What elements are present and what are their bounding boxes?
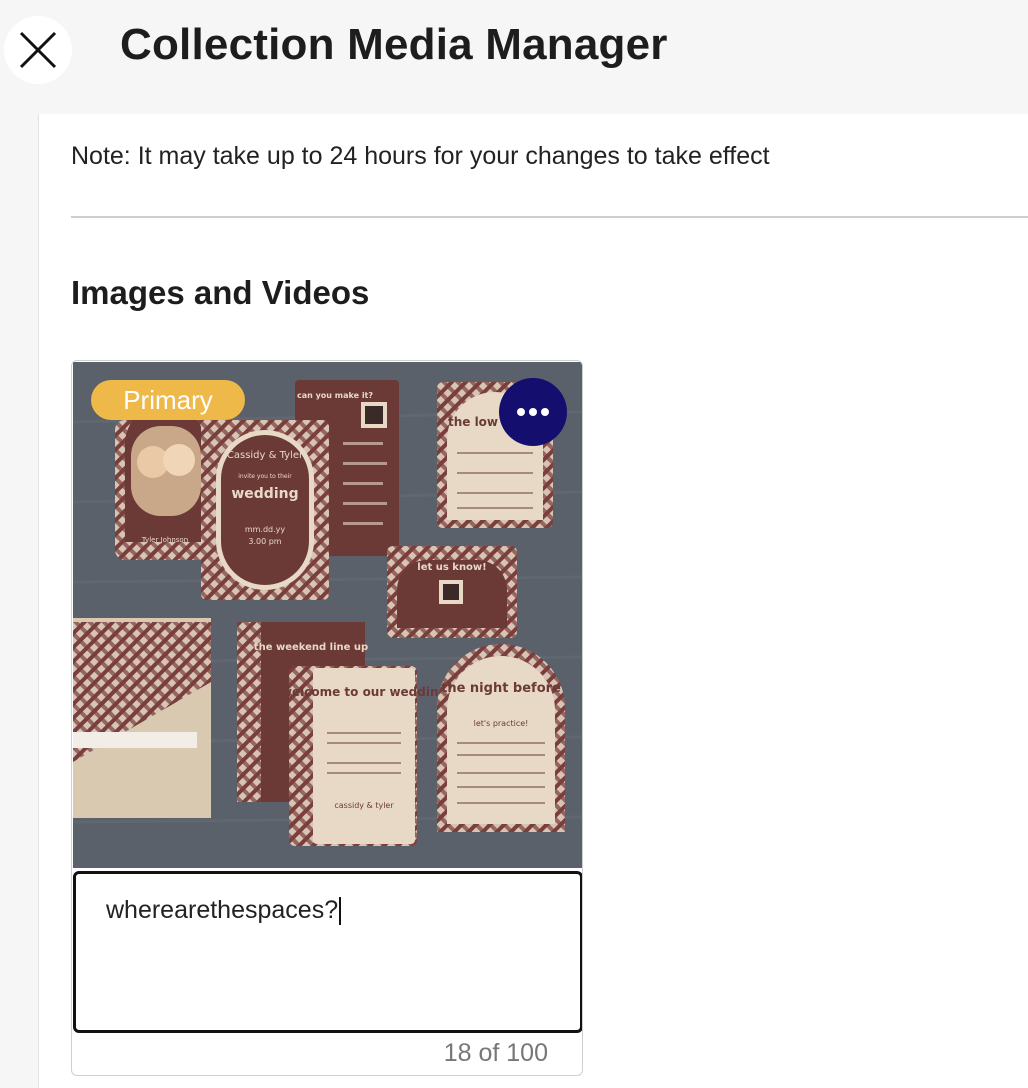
night-card-subtitle: let's practice! <box>474 719 529 728</box>
note-text: Note: It may take up to 24 hours for you… <box>71 142 770 170</box>
divider <box>71 216 1028 218</box>
weekend-card-title: the weekend line up <box>254 642 368 653</box>
header: Collection Media Manager <box>0 0 1028 114</box>
more-options-button[interactable] <box>499 378 567 446</box>
night-card-title: the night before <box>441 681 561 696</box>
invite-card-date: mm.dd.yy <box>245 525 286 534</box>
low-card-title: the low <box>448 415 498 429</box>
section-title: Images and Videos <box>71 274 370 311</box>
media-thumbnail[interactable]: Tyler Johnson can you make it? Cassidy &… <box>73 362 582 868</box>
invite-card-invite: invite you to their <box>238 473 292 480</box>
thumbnail-artwork: Tyler Johnson can you make it? Cassidy &… <box>73 362 582 868</box>
invite-card-names: Cassidy & Tyler <box>227 450 304 461</box>
welcome-card-title: welcome to our wedding <box>281 685 447 699</box>
rsvp-card-title: can you make it? <box>297 391 373 400</box>
invite-card-wedding: wedding <box>231 486 298 502</box>
page-title: Collection Media Manager <box>120 20 668 69</box>
welcome-card-sign: cassidy & tyler <box>334 801 394 810</box>
media-card: Tyler Johnson can you make it? Cassidy &… <box>71 360 583 1076</box>
close-icon <box>19 31 57 69</box>
reply-card-title: let us know! <box>417 562 486 573</box>
primary-badge: Primary <box>91 380 245 420</box>
main-content: Note: It may take up to 24 hours for you… <box>38 114 1028 1088</box>
character-counter: 18 of 100 <box>443 1039 548 1067</box>
close-button[interactable] <box>4 16 72 84</box>
caption-value: wherearethespaces? <box>106 896 339 924</box>
invite-card-time: 3.00 pm <box>248 537 281 546</box>
text-caret <box>339 897 342 926</box>
caption-input[interactable]: wherearethespaces? <box>73 871 582 1033</box>
photo-card-name: Tyler Johnson <box>141 536 188 544</box>
ellipsis-icon <box>517 408 549 416</box>
